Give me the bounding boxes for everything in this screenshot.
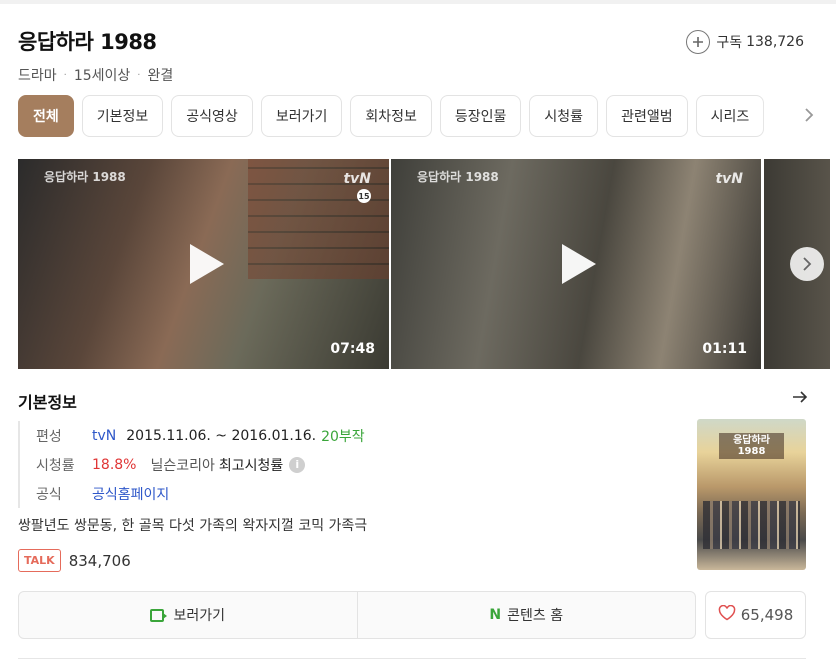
info-row-rating: 시청률 18.8% 닐슨코리아 최고시청률 i — [36, 450, 365, 479]
meta-separator: · — [63, 69, 67, 81]
video-duration: 01:11 — [702, 341, 747, 357]
talk-count: 834,706 — [68, 551, 131, 570]
episode-count[interactable]: 20부작 — [321, 426, 365, 446]
tab-official-video[interactable]: 공식영상 — [171, 95, 253, 137]
chevron-right-icon[interactable] — [804, 107, 814, 128]
video-play-icon — [150, 608, 168, 622]
top-divider — [0, 0, 836, 4]
video-thumbnail[interactable]: 응답하라 1988 tvN 15 07:48 — [18, 159, 389, 369]
tab-basic-info[interactable]: 기본정보 — [81, 95, 164, 137]
content-home-label: 콘텐츠 홈 — [507, 608, 564, 624]
like-count: 65,498 — [740, 606, 794, 624]
rating-source: 닐슨코리아 — [150, 457, 215, 474]
video-carousel: 응답하라 1988 tvN 15 07:48 응답하라 1988 tvN 01:… — [18, 159, 830, 369]
meta-separator: · — [137, 69, 141, 81]
tab-series[interactable]: 시리즈 — [695, 95, 765, 137]
meta-status: 완결 — [147, 68, 174, 84]
age-rating-icon: 15 — [357, 189, 371, 203]
info-label: 편성 — [36, 428, 62, 445]
meta-rating: 15세이상 — [73, 68, 131, 84]
channel-logo: tvN — [343, 171, 371, 187]
info-row-broadcast: 편성 tvN 2015.11.06. ~ 2016.01.16. 20부작 — [36, 421, 365, 450]
watch-button[interactable]: 보러가기 — [19, 592, 357, 638]
play-icon[interactable] — [189, 244, 224, 284]
subscribe-label: 구독 — [716, 35, 743, 51]
channel-link[interactable]: tvN — [92, 428, 116, 444]
watch-label: 보러가기 — [173, 608, 226, 624]
meta-genre: 드라마 — [18, 68, 57, 84]
poster-title: 응답하라 1988 — [719, 433, 784, 459]
video-duration: 07:48 — [330, 341, 375, 357]
tab-watch[interactable]: 보러가기 — [260, 95, 343, 137]
tab-bar: 전체 기본정보 공식영상 보러가기 회차정보 등장인물 시청률 관련앨범 시리즈 — [18, 95, 830, 139]
header: 응답하라 1988 드라마 · 15세이상 · 완결 — [18, 26, 173, 85]
info-label: 공식 — [36, 486, 62, 503]
play-icon[interactable] — [562, 244, 596, 284]
video-thumbnail[interactable]: 응답하라 1988 tvN 01:11 — [391, 159, 761, 369]
broadcast-period: 2015.11.06. ~ 2016.01.16. — [126, 427, 317, 444]
section-title: 기본정보 — [18, 393, 77, 412]
meta-info: 드라마 · 15세이상 · 완결 — [18, 65, 173, 85]
tab-episodes[interactable]: 회차정보 — [350, 95, 432, 137]
channel-logo: tvN — [715, 171, 743, 187]
video-logo: 응답하라 1988 — [417, 170, 499, 184]
official-homepage-link[interactable]: 공식홈페이지 — [92, 484, 169, 504]
tab-all[interactable]: 전체 — [18, 95, 74, 137]
description: 쌍팔년도 쌍문동, 한 골목 다섯 가족의 왁자지껄 코믹 가족극 — [18, 518, 368, 534]
heart-icon — [718, 604, 736, 626]
like-button[interactable]: 65,498 — [705, 591, 806, 639]
info-icon[interactable]: i — [289, 456, 306, 473]
chevron-right-icon[interactable] — [790, 247, 824, 281]
arrow-right-icon[interactable] — [792, 388, 808, 409]
poster-crowd — [703, 501, 800, 549]
info-label: 시청률 — [36, 457, 75, 474]
video-logo: 응답하라 1988 — [44, 170, 126, 184]
subscribe-button[interactable]: 구독 138,726 — [686, 30, 804, 54]
bottom-divider — [18, 658, 806, 659]
rating-type: 최고시청률 — [218, 457, 284, 474]
poster-image[interactable]: 응답하라 1988 — [697, 419, 806, 570]
page-title: 응답하라 1988 — [18, 30, 157, 54]
info-list: 편성 tvN 2015.11.06. ~ 2016.01.16. 20부작 시청… — [18, 421, 365, 508]
talk-badge: TALK — [18, 549, 61, 572]
tab-characters[interactable]: 등장인물 — [439, 95, 522, 137]
tab-albums[interactable]: 관련앨범 — [606, 95, 688, 137]
talk-section[interactable]: TALK 834,706 — [18, 549, 131, 572]
tab-fade — [760, 95, 830, 139]
naver-n-icon: N — [489, 607, 502, 623]
content-home-button[interactable]: N 콘텐츠 홈 — [356, 592, 696, 638]
subscribe-count: 138,726 — [746, 34, 804, 50]
tab-ratings[interactable]: 시청률 — [529, 95, 599, 137]
rating-value: 18.8% — [92, 456, 137, 473]
action-bar: 보러가기 N 콘텐츠 홈 — [18, 591, 696, 639]
plus-icon — [686, 30, 711, 54]
info-row-official: 공식 공식홈페이지 — [36, 479, 365, 508]
